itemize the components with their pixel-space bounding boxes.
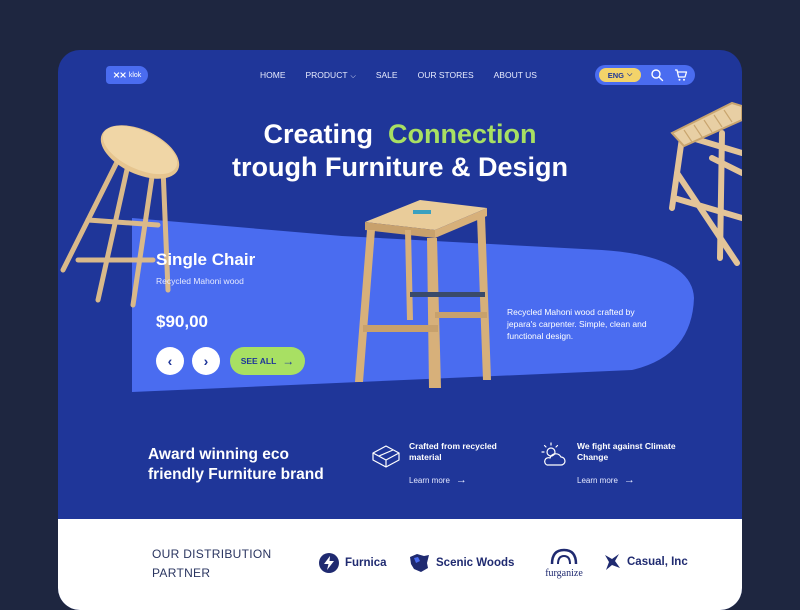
header: ⨯⨯ klok HOME PRODUCT ⌵ SALE OUR STORES AB…: [58, 50, 742, 100]
nav-home[interactable]: HOME: [260, 70, 286, 81]
arrow-right-icon: →: [455, 474, 467, 486]
learn-more-link[interactable]: Learn more →: [577, 474, 635, 486]
feature-title: We fight against Climate Change: [577, 441, 676, 462]
logo-mark-icon: ⨯⨯: [112, 69, 127, 80]
language-select[interactable]: ENG ⌵: [599, 68, 641, 82]
partner-casual-inc[interactable]: Casual, Inc: [603, 553, 688, 571]
arrow-right-icon: →: [623, 474, 635, 486]
nav-about-us[interactable]: ABOUT US: [494, 70, 537, 81]
previous-button[interactable]: ‹: [156, 347, 184, 375]
partner-name: Furnica: [345, 557, 387, 569]
cart-icon[interactable]: [674, 68, 688, 82]
next-button[interactable]: ›: [192, 347, 220, 375]
partner-furganize[interactable]: furganize: [540, 547, 588, 579]
language-label: ENG: [607, 70, 624, 80]
learn-more-link[interactable]: Learn more →: [409, 474, 467, 486]
search-icon[interactable]: [650, 68, 664, 82]
landing-page: ⨯⨯ klok HOME PRODUCT ⌵ SALE OUR STORES AB…: [58, 50, 742, 610]
chevron-right-icon: ›: [203, 353, 209, 369]
award-headline: Award winning eco friendly Furniture bra…: [148, 446, 324, 483]
chevron-down-icon: ⌵: [626, 71, 633, 78]
arrow-right-icon: →: [282, 354, 295, 368]
partner-name: Scenic Woods: [436, 557, 515, 569]
chevron-down-icon: ⌵: [350, 73, 356, 80]
see-all-label: SEE ALL: [240, 356, 277, 366]
plane-icon: [605, 554, 620, 570]
learn-more-label: Learn more: [577, 476, 618, 485]
bolt-icon: [319, 553, 339, 573]
cube-icon: [372, 445, 400, 468]
partner-scenic-woods[interactable]: Scenic Woods: [408, 553, 514, 573]
nav-our-stores[interactable]: OUR STORES: [418, 70, 474, 81]
arch-icon: [550, 548, 578, 565]
hero-title-highlight: Connection: [388, 119, 537, 149]
product-material: Recycled Mahoni wood: [156, 276, 244, 286]
partner-furnica[interactable]: Furnica: [319, 553, 387, 573]
header-actions: ENG ⌵: [595, 65, 695, 85]
nav-product[interactable]: PRODUCT ⌵: [306, 70, 356, 81]
feature-title: Crafted from recycled material: [409, 441, 497, 462]
distribution-title: OUR DISTRIBUTION PARTNER: [152, 547, 272, 580]
weather-icon: [541, 442, 566, 466]
hero-title-part1: Creating: [263, 119, 373, 149]
product-price: $90,00: [156, 312, 208, 331]
partner-name: furganize: [545, 568, 583, 579]
see-all-button[interactable]: SEE ALL →: [230, 347, 305, 375]
chevron-left-icon: ‹: [167, 353, 173, 369]
product-description: Recycled Mahoni wood crafted by jepara's…: [507, 307, 647, 341]
distribution-section: OUR DISTRIBUTION PARTNER Furnica Scenic …: [58, 519, 742, 610]
main-nav: HOME PRODUCT ⌵ SALE OUR STORES ABOUT US: [260, 70, 557, 81]
single-chair-image: [355, 200, 491, 388]
logo[interactable]: ⨯⨯ klok: [106, 66, 148, 84]
partner-name: Casual, Inc: [627, 556, 688, 568]
nav-sale[interactable]: SALE: [376, 70, 398, 81]
map-icon: [410, 554, 429, 572]
bar-stool-image-right: [669, 101, 742, 266]
logo-text: klok: [128, 71, 142, 79]
nav-product-label: PRODUCT: [305, 70, 348, 80]
product-name: Single Chair: [156, 250, 256, 269]
learn-more-label: Learn more: [409, 476, 450, 485]
